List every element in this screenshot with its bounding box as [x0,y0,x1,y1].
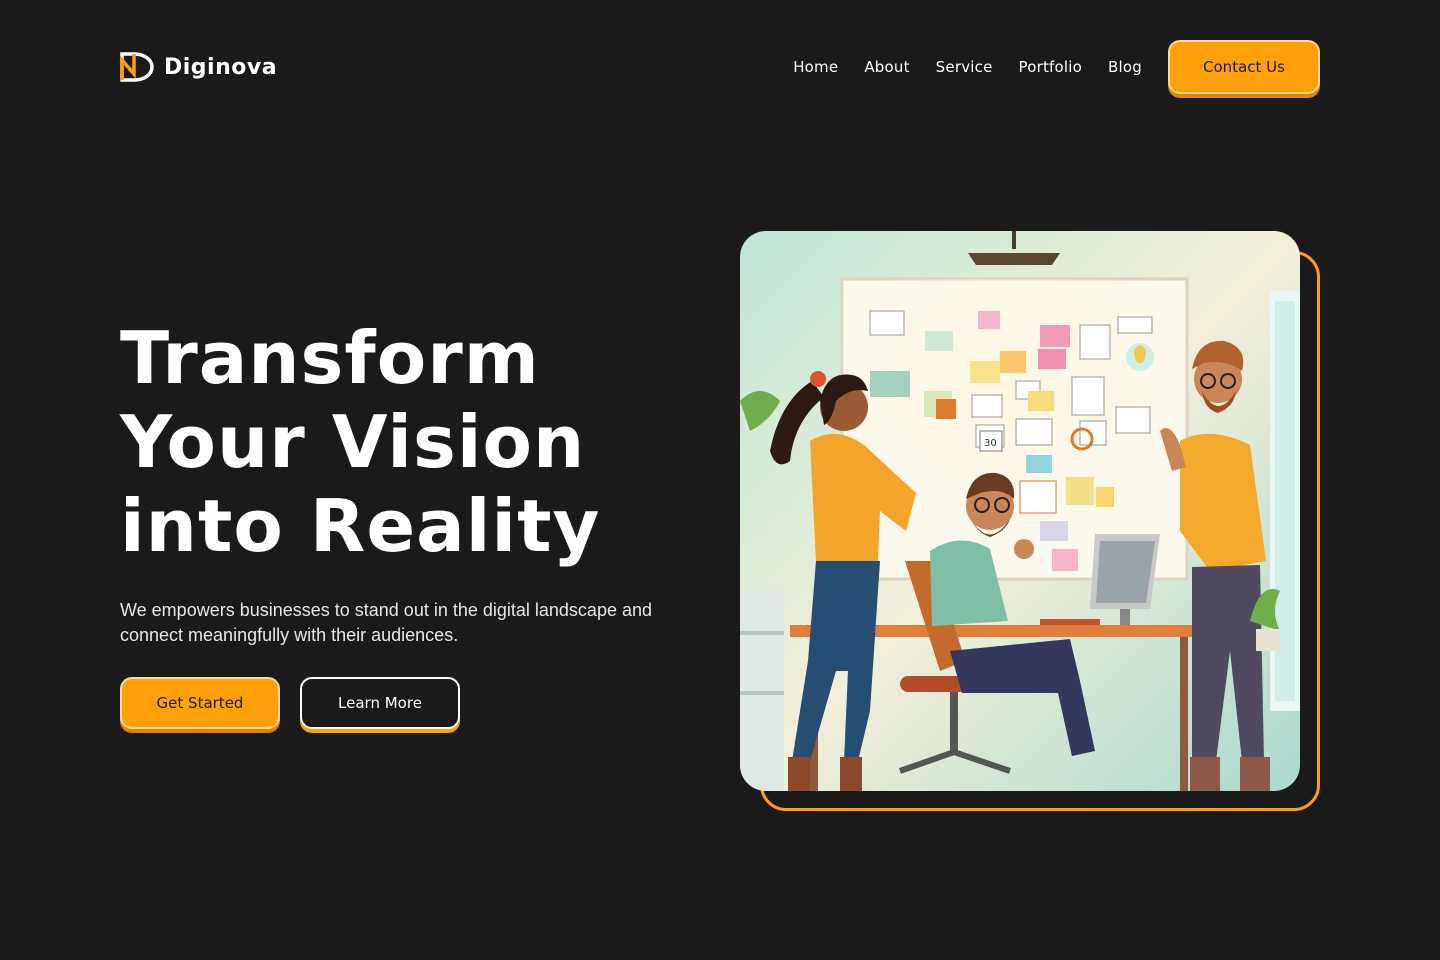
nav-link-portfolio[interactable]: Portfolio [1019,58,1083,76]
get-started-button[interactable]: Get Started [120,677,280,729]
nav-links: Home About Service Portfolio Blog [793,58,1142,76]
dn-monogram-icon [120,52,154,82]
hero-title-line: into Reality [120,484,601,568]
brand-name: Diginova [164,54,278,80]
nav-link-home[interactable]: Home [793,58,838,76]
learn-more-button[interactable]: Learn More [300,677,460,729]
nav-link-service[interactable]: Service [936,58,993,76]
nav-link-about[interactable]: About [864,58,909,76]
office-scene-image: 30 [740,231,1300,791]
nav-link-blog[interactable]: Blog [1108,58,1142,76]
team-brainstorming-illustration: 30 [740,231,1300,791]
hero-description: We empowers businesses to stand out in t… [120,600,652,645]
contact-us-button[interactable]: Contact Us [1168,40,1320,94]
hero-title-line: Transform [120,316,540,400]
cta-buttons: Get Started Learn More [120,677,460,729]
sticky-note-label: 30 [984,438,997,449]
top-navigation: Diginova Home About Service Portfolio Bl… [120,40,1320,94]
hero-title-line: Your Vision [120,400,586,484]
brand-logo[interactable]: Diginova [120,41,277,93]
hero-title: Transform Your Vision into Reality [120,316,700,568]
